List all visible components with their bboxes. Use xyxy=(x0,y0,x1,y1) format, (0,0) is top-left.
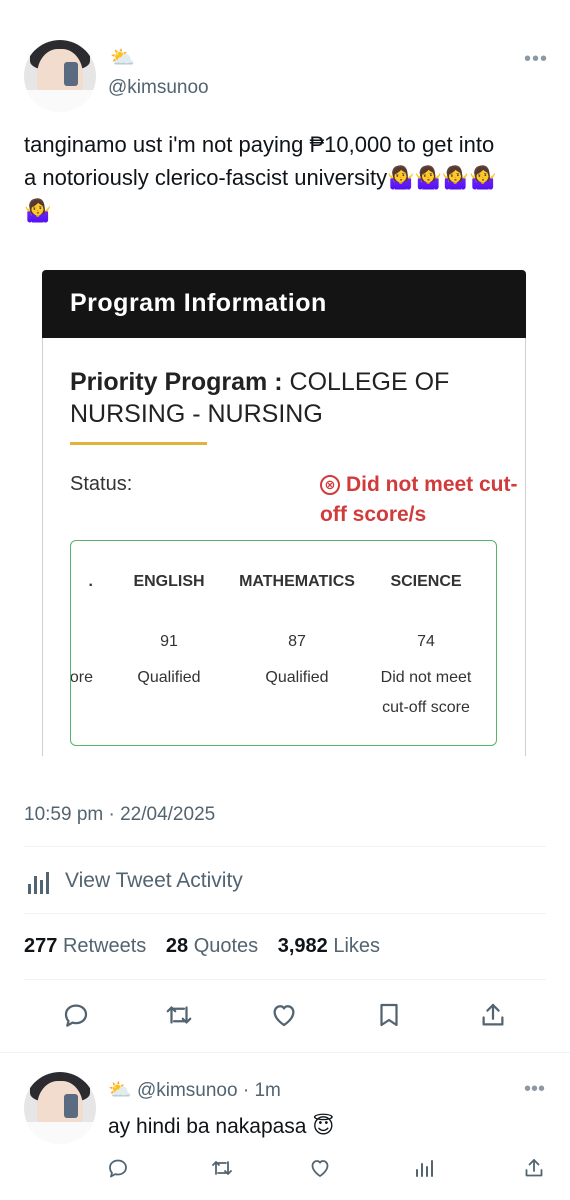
status-label: Status: xyxy=(70,473,133,495)
tweet-text-line: a notoriously clerico-fascist university… xyxy=(24,165,497,190)
score-value: 91 xyxy=(160,633,178,650)
score-value: 87 xyxy=(288,633,306,650)
tweet-timestamp[interactable]: 10:59 pm · 22/04/2025 xyxy=(24,804,215,826)
view-tweet-activity-link[interactable]: View Tweet Activity xyxy=(65,869,243,893)
tweet-text: tanginamo ust i'm not paying ₱10,000 to … xyxy=(24,128,546,227)
divider xyxy=(24,979,546,980)
retweets-count: 277 xyxy=(24,935,58,957)
reply-more-options-icon[interactable]: ••• xyxy=(524,1078,545,1101)
score-value: 74 xyxy=(417,633,435,650)
status-value: ⊗ Did not meet cut-off score/s xyxy=(320,470,520,530)
divider xyxy=(24,913,546,914)
analytics-icon[interactable] xyxy=(28,870,54,894)
like-heart-icon[interactable] xyxy=(308,1156,334,1182)
subject-column-english: ENGLISH 91 Qualified xyxy=(109,541,229,745)
tweet-text-line: 🤷‍♀️ xyxy=(24,198,52,223)
column-status: eet ore xyxy=(70,669,93,686)
quotes-label: Quotes xyxy=(193,935,259,957)
priority-program-label: Priority Program : xyxy=(70,368,283,396)
status-text: Did not meet cut-off score/s xyxy=(320,473,518,526)
column-header: MATHEMATICS xyxy=(239,573,355,590)
likes-stat[interactable]: 3,982 Likes xyxy=(278,935,380,957)
retweet-icon[interactable] xyxy=(210,1156,236,1182)
column-header: SCIENCE xyxy=(390,573,462,590)
user-handle[interactable]: @kimsunoo xyxy=(108,77,209,99)
retweet-icon[interactable] xyxy=(164,1000,198,1034)
program-info-title: Program Information xyxy=(70,289,327,317)
gold-underline xyxy=(70,442,207,445)
share-icon[interactable] xyxy=(522,1156,548,1182)
quotes-stat[interactable]: 28 Quotes xyxy=(166,935,258,957)
reply-action-bar xyxy=(0,1156,570,1186)
bookmark-icon[interactable] xyxy=(374,1000,408,1034)
subject-column-science: SCIENCE 74 Did not meet cut-off score xyxy=(367,541,485,745)
reply-handle[interactable]: @kimsunoo · 1m xyxy=(137,1080,281,1101)
more-options-icon[interactable]: ••• xyxy=(524,48,548,71)
reply-text: ay hindi ba nakapasa 😇 xyxy=(108,1115,335,1138)
x-circle-icon: ⊗ xyxy=(320,475,340,495)
program-info-header: Program Information xyxy=(42,270,526,338)
column-header: ENGLISH xyxy=(133,573,205,590)
quotes-count: 28 xyxy=(165,935,189,957)
priority-program: Priority Program : COLLEGE OF NURSING - … xyxy=(70,366,500,430)
retweets-label: Retweets xyxy=(62,935,147,957)
tweet-stats: 277 Retweets 28 Quotes 3,982 Likes xyxy=(24,935,380,958)
tweet-text-line: tanginamo ust i'm not paying ₱10,000 to … xyxy=(24,132,495,157)
reply-header: ⛅ @kimsunoo · 1m xyxy=(108,1078,281,1102)
attached-image[interactable]: Program Information Priority Program : C… xyxy=(42,270,526,756)
reply-icon[interactable] xyxy=(61,1000,95,1034)
weather-emoji-icon: ⛅ xyxy=(110,47,135,69)
like-heart-icon[interactable] xyxy=(269,1000,303,1034)
reply-icon[interactable] xyxy=(106,1156,132,1182)
avatar[interactable] xyxy=(24,40,96,112)
likes-label: Likes xyxy=(333,935,381,957)
analytics-icon[interactable] xyxy=(412,1156,438,1182)
retweets-stat[interactable]: 277 Retweets xyxy=(24,935,146,957)
tweet-action-bar xyxy=(0,1000,570,1036)
divider xyxy=(0,1052,570,1053)
divider xyxy=(24,846,546,847)
weather-emoji-icon: ⛅ xyxy=(108,1080,132,1101)
score-status: Qualified xyxy=(137,669,201,686)
reply-avatar[interactable] xyxy=(24,1072,96,1144)
scores-table: . eet ore ENGLISH 91 Qualified MATHEMATI… xyxy=(70,540,497,746)
likes-count: 3,982 xyxy=(277,935,328,957)
subject-column-mathematics: MATHEMATICS 87 Qualified xyxy=(229,541,365,745)
column-header: . xyxy=(88,573,93,590)
share-icon[interactable] xyxy=(478,1000,512,1034)
score-status: Did not meet cut-off score xyxy=(380,669,472,716)
score-status: Qualified xyxy=(265,669,329,686)
cut-off-column: . eet ore xyxy=(70,541,93,745)
